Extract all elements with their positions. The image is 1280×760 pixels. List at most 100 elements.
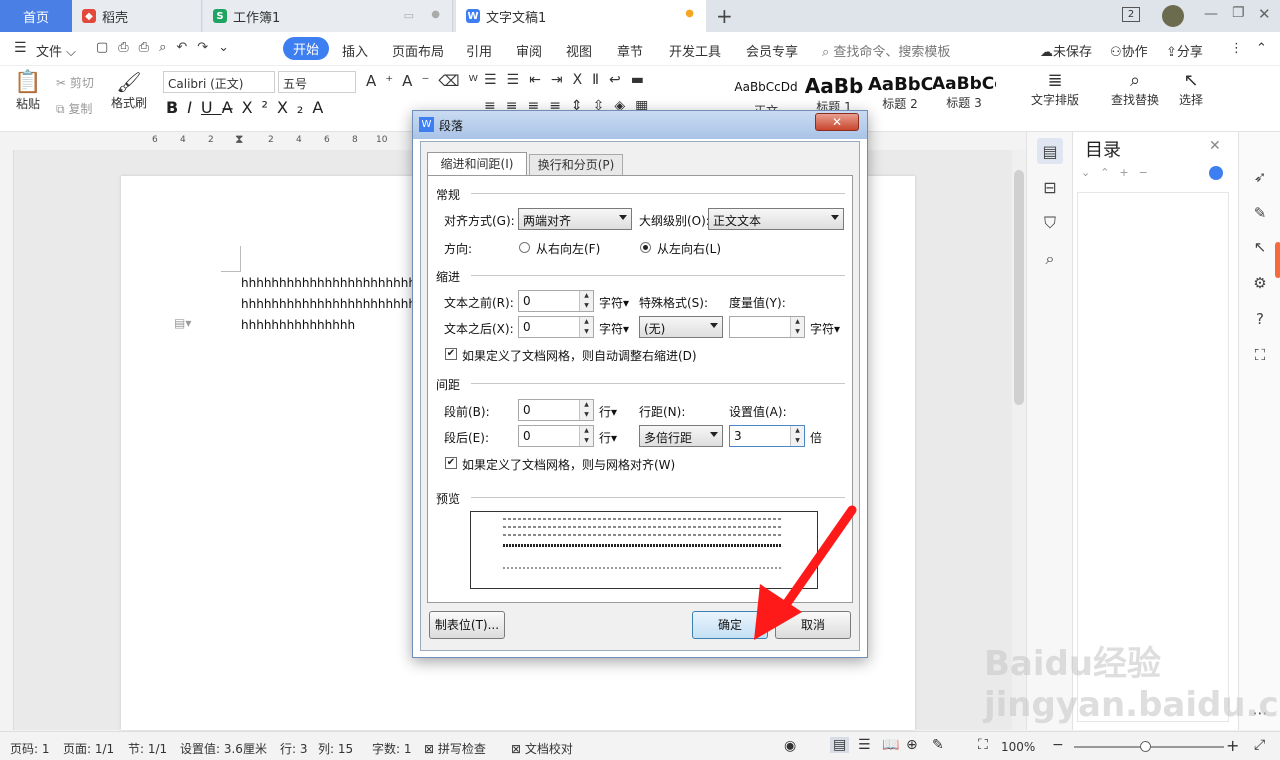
tabs-button[interactable]: 制表位(T)...	[429, 611, 505, 639]
tab-document[interactable]: W 文字文稿1 ●	[456, 0, 706, 32]
indent-marker-icon[interactable]: ⧗	[235, 132, 243, 147]
spin-down-icon[interactable]: ▼	[579, 301, 593, 311]
fullscreen-icon[interactable]: ⤢	[1254, 737, 1265, 753]
spin-up-icon[interactable]: ▲	[579, 400, 593, 410]
after-text-input[interactable]: 0 ▲ ▼	[518, 316, 594, 338]
tab-docer[interactable]: ◆ 稻壳	[72, 0, 202, 32]
menu-developer[interactable]: 开发工具	[669, 41, 721, 60]
status-word-count[interactable]: 字数: 1	[372, 740, 412, 757]
font-size-select[interactable]: 五号	[278, 71, 356, 93]
tab-home[interactable]: 首页	[0, 0, 72, 32]
paragraph-tools-row1[interactable]: ☰☰⇤⇥ⅩⅡ↩▬	[484, 72, 654, 88]
document-line[interactable]: hhhhhhhhhhhhhhhhhhhhhhhhhh	[241, 276, 439, 290]
fit-page-icon[interactable]: ⛶	[978, 737, 988, 753]
bookmark-icon[interactable]: ⛉	[1037, 210, 1063, 236]
space-after-input[interactable]: 0 ▲ ▼	[518, 425, 594, 447]
outline-view-icon[interactable]: ☰	[858, 737, 871, 753]
menu-chapter[interactable]: 章节	[617, 41, 643, 60]
font-size-tools[interactable]: A⁺A⁻⌫ᵂ	[366, 72, 487, 90]
alignment-select[interactable]: 两端对齐	[518, 208, 632, 230]
before-text-unit[interactable]: 字符▾	[599, 294, 629, 311]
document-line[interactable]: hhhhhhhhhhhhhhh	[241, 318, 355, 332]
zoom-out-icon[interactable]: −	[1052, 737, 1064, 753]
toc-panel-icon[interactable]: ▤	[1037, 138, 1063, 164]
tab-workbook[interactable]: S 工作簿1 ▭ ●	[203, 0, 453, 32]
menu-file[interactable]: 文件 ⌵	[36, 41, 76, 60]
paste-button[interactable]: 📋 粘贴	[10, 70, 46, 112]
vertical-ruler[interactable]	[0, 150, 14, 730]
grid-align-label[interactable]: 如果定义了文档网格，则与网格对齐(W)	[462, 456, 675, 473]
close-icon[interactable]: ✕	[1258, 5, 1271, 23]
space-before-input[interactable]: 0 ▲ ▼	[518, 399, 594, 421]
spin-down-icon[interactable]: ▼	[790, 436, 804, 446]
status-section[interactable]: 节: 1/1	[128, 740, 167, 757]
pen-icon[interactable]: ✎	[1249, 202, 1271, 224]
grid-align-checkbox[interactable]: ✔	[445, 457, 457, 469]
select-button[interactable]: ↖ 选择	[1172, 70, 1210, 108]
sliders-icon[interactable]: ⚙	[1249, 272, 1271, 294]
menu-insert[interactable]: 插入	[342, 41, 368, 60]
menu-review[interactable]: 审阅	[516, 41, 542, 60]
doc-check-button[interactable]: ⊠ 文档校对	[511, 740, 573, 757]
radio-ltr[interactable]	[640, 242, 651, 253]
command-search[interactable]: ⌕ 查找命令、搜索模板	[822, 41, 950, 60]
spin-down-icon[interactable]: ▼	[790, 327, 804, 337]
new-tab-button[interactable]: +	[716, 4, 733, 28]
collab-button[interactable]: ⚇协作	[1110, 41, 1148, 60]
copy-button[interactable]: ⧉ 复制	[56, 100, 92, 117]
font-name-select[interactable]: Calibri (正文)	[163, 71, 275, 93]
window-count-badge[interactable]: 2	[1122, 7, 1140, 22]
help-icon[interactable]: ?	[1249, 308, 1271, 330]
quick-access-toolbar[interactable]: ▢⎙⎙⌕↶↷⌄	[96, 40, 239, 55]
dialog-close-button[interactable]: ✕	[815, 113, 859, 131]
toc-smart-icon[interactable]	[1209, 166, 1223, 180]
navigation-icon[interactable]: ⊟	[1037, 174, 1063, 200]
share-button[interactable]: ⇪分享	[1166, 41, 1203, 60]
zoom-slider-handle[interactable]	[1140, 741, 1151, 752]
spin-down-icon[interactable]: ▼	[579, 436, 593, 446]
space-before-unit[interactable]: 行▾	[599, 403, 617, 420]
space-after-unit[interactable]: 行▾	[599, 429, 617, 446]
zoom-level[interactable]: 100%	[1001, 740, 1035, 754]
scrollbar-thumb[interactable]	[1014, 170, 1024, 405]
dialog-titlebar[interactable]: W 段落 ✕	[413, 111, 867, 139]
outline-level-select[interactable]: 正文文本	[708, 208, 844, 230]
shirt-icon[interactable]: ⛶	[1249, 344, 1271, 366]
text-layout-button[interactable]: ≣ 文字排版	[1026, 70, 1084, 108]
collapse-ribbon-icon[interactable]: ⌃	[1256, 41, 1267, 56]
radio-rtl[interactable]	[519, 242, 530, 253]
spin-up-icon[interactable]: ▲	[579, 317, 593, 327]
spin-up-icon[interactable]: ▲	[579, 291, 593, 301]
menu-member[interactable]: 会员专享	[746, 41, 798, 60]
after-text-unit[interactable]: 字符▾	[599, 320, 629, 337]
special-format-select[interactable]: (无)	[639, 316, 723, 338]
reading-view-icon[interactable]: 📖	[882, 737, 899, 753]
status-page-number[interactable]: 页码: 1	[10, 740, 50, 757]
style-heading3[interactable]: AaBbCc 标题 3	[932, 70, 996, 116]
status-set-value[interactable]: 设置值: 3.6厘米	[180, 740, 267, 757]
menu-references[interactable]: 引用	[466, 41, 492, 60]
hamburger-icon[interactable]: ☰	[14, 40, 27, 56]
spin-down-icon[interactable]: ▼	[579, 327, 593, 337]
menu-page-layout[interactable]: 页面布局	[392, 41, 444, 60]
format-painter-button[interactable]: 🖌 格式刷	[108, 70, 150, 111]
unsaved-button[interactable]: ☁未保存	[1040, 41, 1092, 60]
style-heading2[interactable]: AaBbC 标题 2	[868, 70, 932, 116]
tab-indent-spacing[interactable]: 缩进和间距(I)	[427, 152, 527, 176]
tab-dot-icon[interactable]: ●	[431, 9, 440, 20]
minimize-icon[interactable]: —	[1204, 6, 1218, 22]
auto-indent-checkbox[interactable]: ✔	[445, 348, 457, 360]
menu-home[interactable]: 开始	[283, 37, 330, 60]
collapse-tab[interactable]	[1275, 242, 1280, 278]
set-value-input[interactable]: 3 ▲ ▼	[729, 425, 805, 447]
radio-rtl-label[interactable]: 从右向左(F)	[536, 240, 600, 257]
spin-up-icon[interactable]: ▲	[790, 426, 804, 436]
rocket-icon[interactable]: ➶	[1249, 166, 1271, 188]
more-icon[interactable]: ⋮	[1230, 41, 1243, 56]
restore-icon[interactable]: ❐	[1232, 5, 1245, 21]
auto-indent-label[interactable]: 如果定义了文档网格，则自动调整右缩进(D)	[462, 347, 697, 364]
measure-input[interactable]: ▲ ▼	[729, 316, 805, 338]
avatar[interactable]	[1162, 5, 1184, 27]
measure-unit[interactable]: 字符▾	[810, 320, 840, 337]
spin-down-icon[interactable]: ▼	[579, 410, 593, 420]
